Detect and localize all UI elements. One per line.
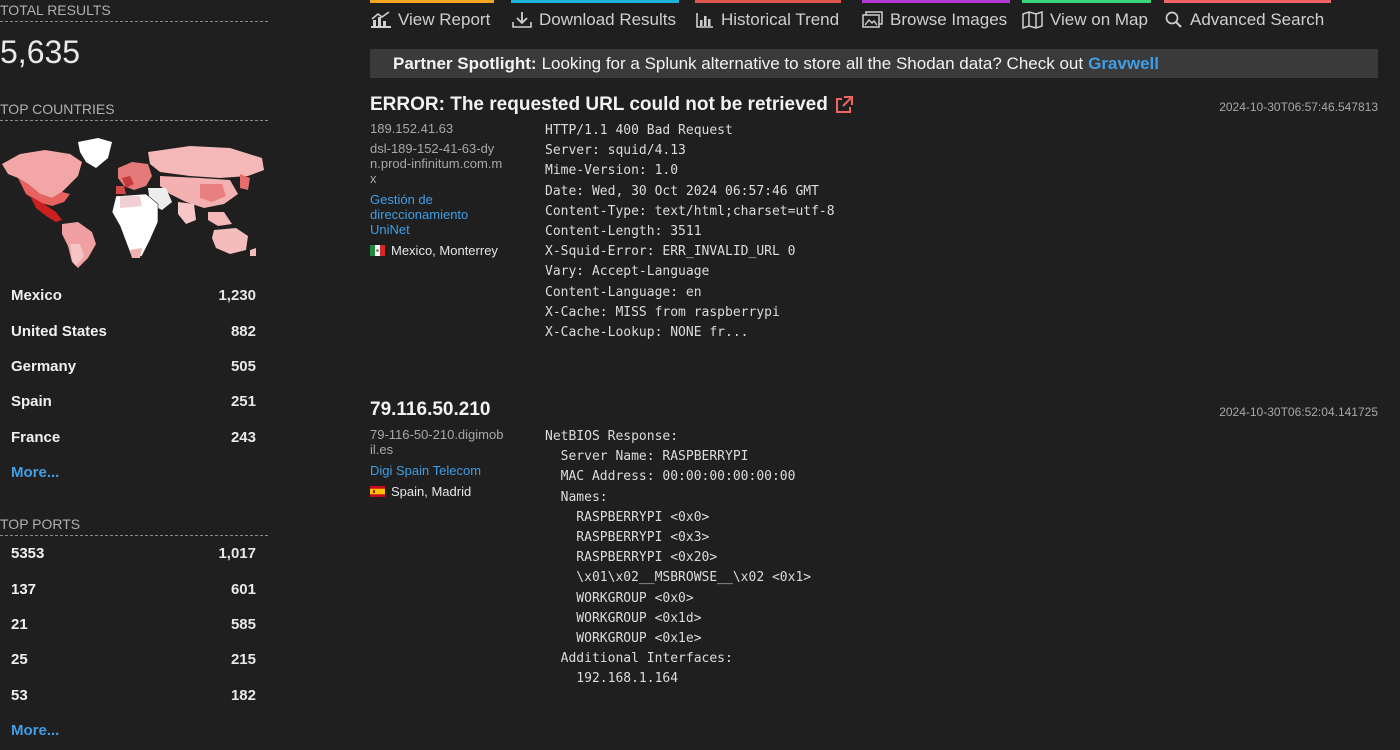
country-count: 251 <box>230 393 256 411</box>
nav-label: View Report <box>398 10 491 29</box>
port-number: 25 <box>11 651 28 669</box>
partner-spotlight-text: Looking for a Splunk alternative to stor… <box>541 53 1084 73</box>
result-location: Mexico, Monterrey <box>370 243 505 258</box>
nav-label: Browse Images <box>890 10 1008 29</box>
nav-accent-bar <box>1022 0 1151 3</box>
country-count: 243 <box>230 428 256 446</box>
partner-spotlight-label: Partner Spotlight: <box>393 53 537 73</box>
result-title-text[interactable]: ERROR: The requested URL could not be re… <box>370 94 828 116</box>
country-count: 505 <box>230 357 256 375</box>
port-number: 21 <box>11 615 28 633</box>
result-banner: NetBIOS Response: Server Name: RASPBERRY… <box>545 429 812 687</box>
view-on-map-button[interactable]: View on Map <box>1022 0 1164 40</box>
result-location-text: Spain, Madrid <box>391 484 472 499</box>
nav-accent-bar <box>862 0 1010 3</box>
nav-label: Download Results <box>539 10 677 29</box>
country-facet-list: Mexico 1,230 United States 882 Germany 505 … <box>0 278 268 490</box>
total-results-title: TOTAL RESULTS <box>0 2 268 22</box>
result-org-link[interactable]: Digi Spain Telecom <box>370 463 505 478</box>
port-count: 1,017 <box>218 545 256 563</box>
report-icon <box>371 11 391 28</box>
port-count: 585 <box>230 615 256 633</box>
country-name: France <box>11 428 61 446</box>
result-hostname: dsl-189-152-41-63-dyn.prod-infinitum.com… <box>370 141 503 186</box>
country-facet-row[interactable]: France 243 <box>0 420 268 455</box>
countries-more-link[interactable]: More... <box>0 455 268 490</box>
browse-images-button[interactable]: Browse Images <box>862 0 1022 40</box>
country-count: 1,230 <box>218 287 256 305</box>
result-meta: 189.152.41.63 dsl-189-152-41-63-dyn.prod… <box>370 121 505 258</box>
historical-trend-button[interactable]: Historical Trend <box>695 0 862 40</box>
nav-accent-bar <box>695 0 841 3</box>
port-count: 182 <box>230 686 256 704</box>
nav-label: Historical Trend <box>721 10 840 29</box>
country-facet-row[interactable]: United States 882 <box>0 313 268 348</box>
search-result: 79.116.50.210 2024-10-30T06:52:04.141725… <box>370 399 1378 699</box>
country-facet-row[interactable]: Germany 505 <box>0 349 268 384</box>
result-timestamp: 2024-10-30T06:52:04.141725 <box>1219 405 1378 419</box>
nav-accent-bar <box>1164 0 1331 3</box>
view-report-button[interactable]: View Report <box>370 0 511 40</box>
total-results-count: 5,635 <box>0 34 81 70</box>
country-name: Mexico <box>11 287 62 305</box>
download-icon <box>512 12 532 28</box>
top-ports-title: TOP PORTS <box>0 516 268 536</box>
nav-accent-bar <box>511 0 679 3</box>
country-count: 882 <box>230 322 256 340</box>
port-number: 5353 <box>11 545 45 563</box>
port-facet-row[interactable]: 5353 1,017 <box>0 536 268 571</box>
external-link-icon[interactable] <box>834 95 854 115</box>
top-countries-title: TOP COUNTRIES <box>0 101 268 121</box>
search-result: ERROR: The requested URL could not be re… <box>370 94 1378 374</box>
nav-accent-bar <box>370 0 494 3</box>
result-hostname: 79-116-50-210.digimobil.es <box>370 427 504 457</box>
port-facet-row[interactable]: 21 585 <box>0 607 268 642</box>
result-ip[interactable]: 189.152.41.63 <box>370 121 505 136</box>
nav-label: View on Map <box>1050 10 1148 29</box>
result-location-text: Mexico, Monterrey <box>391 243 498 258</box>
country-name: United States <box>11 322 107 340</box>
result-org-link[interactable]: Gestión de direccionamiento UniNet <box>370 192 505 237</box>
world-map[interactable] <box>0 132 268 272</box>
port-count: 215 <box>230 651 256 669</box>
results-toolbar: View Report Download Results Historical … <box>370 0 1380 40</box>
port-facet-row[interactable]: 137 601 <box>0 571 268 606</box>
result-meta: 79-116-50-210.digimobil.es Digi Spain Te… <box>370 427 505 499</box>
map-icon <box>1022 11 1043 29</box>
nav-label: Advanced Search <box>1190 10 1325 29</box>
port-count: 601 <box>230 580 256 598</box>
country-facet-row[interactable]: Spain 251 <box>0 384 268 419</box>
port-facet-list: 5353 1,017 137 601 21 585 25 215 53 182 More.… <box>0 536 268 748</box>
port-facet-row[interactable]: 53 182 <box>0 678 268 713</box>
ports-more-link[interactable]: More... <box>0 713 268 748</box>
country-facet-row[interactable]: Mexico 1,230 <box>0 278 268 313</box>
port-number: 53 <box>11 686 28 704</box>
result-title-text[interactable]: 79.116.50.210 <box>370 399 490 421</box>
advanced-search-button[interactable]: Advanced Search <box>1164 0 1380 40</box>
result-banner: HTTP/1.1 400 Bad Request Server: squid/4… <box>545 123 835 341</box>
mexico-flag-icon <box>370 245 385 256</box>
spain-flag-icon <box>370 486 385 497</box>
result-location: Spain, Madrid <box>370 484 505 499</box>
download-results-button[interactable]: Download Results <box>511 0 695 40</box>
facet-sidebar: TOTAL RESULTS 5,635 TOP COUNTRIES Mexico… <box>0 0 268 750</box>
trend-icon <box>696 13 713 28</box>
search-icon <box>1165 11 1182 28</box>
port-number: 137 <box>11 580 37 598</box>
port-facet-row[interactable]: 25 215 <box>0 642 268 677</box>
images-icon <box>862 11 883 28</box>
country-name: Spain <box>11 393 52 411</box>
partner-spotlight-banner: Partner Spotlight: Looking for a Splunk … <box>370 49 1378 78</box>
result-timestamp: 2024-10-30T06:57:46.547813 <box>1219 100 1378 114</box>
country-name: Germany <box>11 357 77 375</box>
gravwell-link[interactable]: Gravwell <box>1088 54 1159 74</box>
